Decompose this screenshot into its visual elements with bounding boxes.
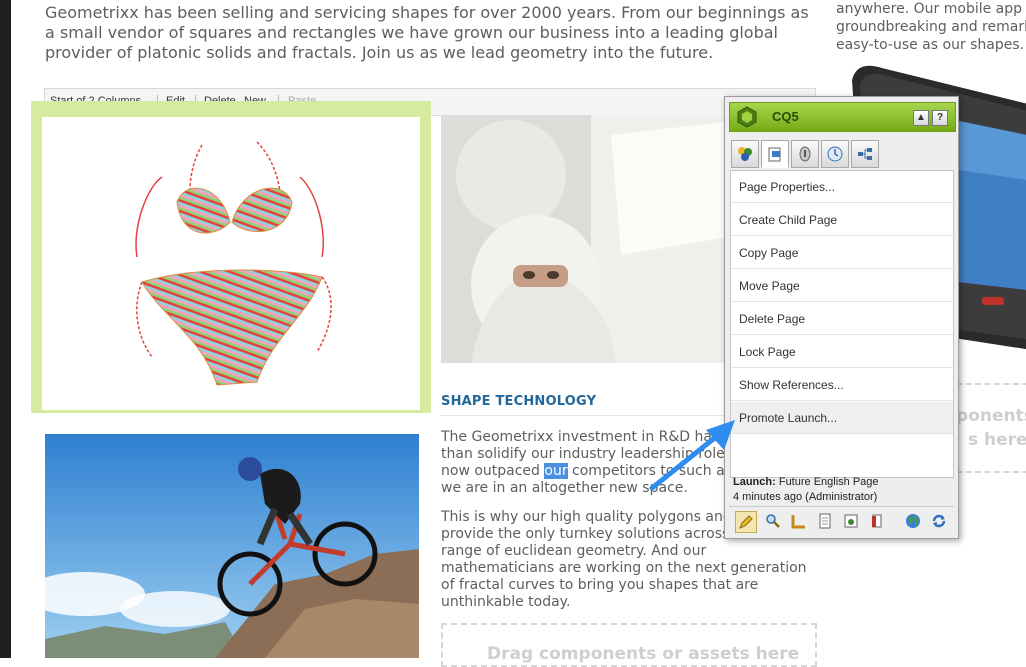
delete-page-icon[interactable] bbox=[867, 511, 887, 531]
right-column-text: anywhere. Our mobile app is groundbreaki… bbox=[836, 0, 1026, 54]
menu-item-lock-page[interactable]: Lock Page bbox=[731, 336, 953, 368]
right-text-line: anywhere. Our mobile app is bbox=[836, 1, 1026, 17]
menu-item-move-page[interactable]: Move Page bbox=[731, 270, 953, 302]
paragraph-line: of fractal curves to bring you shapes th… bbox=[441, 577, 759, 593]
drop-zone-main[interactable]: Drag components or assets here bbox=[441, 623, 817, 667]
paragraph-line: unthinkable today. bbox=[441, 594, 571, 610]
help-button[interactable]: ? bbox=[932, 110, 948, 126]
cleanroom-illustration bbox=[441, 115, 741, 363]
left-edge-bar bbox=[0, 0, 11, 658]
menu-item-delete-page[interactable]: Delete Page bbox=[731, 303, 953, 335]
drop-zone-label: Drag components or assets here bbox=[487, 644, 800, 664]
info-tab-icon[interactable] bbox=[791, 140, 819, 168]
drop-zone-label: ponents bbox=[956, 406, 1026, 426]
menu-item-copy-page[interactable]: Copy Page bbox=[731, 237, 953, 269]
mountain-bike-photo[interactable] bbox=[45, 434, 419, 658]
right-text-line: groundbreaking and remark bbox=[836, 19, 1026, 35]
sidekick-panel[interactable]: CQ5 ▲ ? Page Properties... Create Child … bbox=[724, 96, 959, 539]
swimsuit-illustration bbox=[135, 141, 332, 386]
section-heading: SHAPE TECHNOLOGY bbox=[441, 394, 597, 409]
page-tab-icon[interactable] bbox=[761, 140, 789, 168]
edit-mode-icon[interactable] bbox=[735, 511, 757, 533]
paragraph-line: range of euclidean geometry. And our bbox=[441, 543, 707, 559]
image-icon[interactable] bbox=[841, 511, 861, 531]
paragraph-text: now outpaced bbox=[441, 463, 540, 479]
menu-item-create-child-page[interactable]: Create Child Page bbox=[731, 204, 953, 236]
page-actions-menu: Page Properties... Create Child Page Cop… bbox=[730, 170, 954, 478]
sidekick-header[interactable]: CQ5 ▲ ? bbox=[729, 102, 956, 132]
page-icon[interactable] bbox=[815, 511, 835, 531]
launch-value: Future English Page bbox=[778, 476, 879, 488]
cleanroom-photo[interactable] bbox=[441, 115, 741, 363]
menu-item-promote-launch[interactable]: Promote Launch... bbox=[731, 402, 953, 434]
selected-text: our bbox=[544, 463, 568, 479]
menu-item-show-references[interactable]: Show References... bbox=[731, 369, 953, 401]
menu-item-page-properties[interactable]: Page Properties... bbox=[731, 171, 953, 203]
cq5-logo-icon bbox=[737, 106, 757, 128]
drop-zone-right[interactable]: ponents s here bbox=[956, 383, 1026, 473]
workflow-tab-icon[interactable] bbox=[851, 140, 879, 168]
launch-status: Launch: Future English Page 4 minutes ag… bbox=[733, 475, 879, 505]
launch-time: 4 minutes ago (Administrator) bbox=[733, 491, 878, 503]
drop-zone-label: s here bbox=[968, 430, 1026, 450]
sidekick-toolbar bbox=[729, 506, 954, 535]
sidekick-tabs bbox=[729, 137, 954, 169]
minimize-button[interactable]: ▲ bbox=[913, 110, 929, 126]
right-text-line: easy-to-use as our shapes. bbox=[836, 37, 1025, 53]
launch-line: Launch: Future English Page bbox=[733, 475, 879, 490]
components-tab-icon[interactable] bbox=[731, 140, 759, 168]
versioning-tab-icon[interactable] bbox=[821, 140, 849, 168]
design-mode-icon[interactable] bbox=[789, 511, 809, 531]
site-admin-icon[interactable] bbox=[903, 511, 923, 531]
annotation-arrow-icon bbox=[649, 420, 735, 491]
paragraph-line: mathematicians are working on the next g… bbox=[441, 560, 807, 576]
intro-paragraph: Geometrixx has been selling and servicin… bbox=[45, 3, 809, 62]
mountain-bike-illustration bbox=[45, 434, 419, 658]
refresh-icon[interactable] bbox=[929, 511, 949, 531]
preview-icon[interactable] bbox=[763, 511, 783, 531]
sidekick-title: CQ5 bbox=[772, 109, 799, 124]
swimsuit-image[interactable] bbox=[42, 117, 420, 410]
